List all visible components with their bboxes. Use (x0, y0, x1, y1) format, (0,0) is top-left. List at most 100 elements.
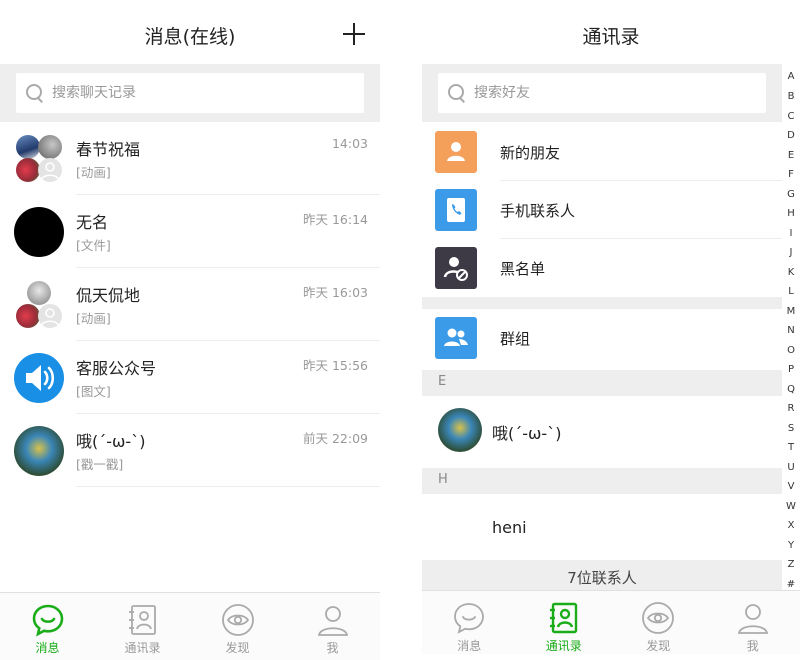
search-box[interactable] (16, 73, 364, 113)
index-letter[interactable]: P (782, 364, 800, 375)
tab-label: 通讯录 (545, 639, 582, 653)
conversation-time: 前天 22:09 (303, 431, 368, 446)
index-letter[interactable]: H (782, 208, 800, 219)
contacts-header: 通讯录 (422, 0, 800, 64)
new-friend-icon (435, 131, 477, 173)
tab-label: 我 (746, 639, 759, 653)
conversation-preview: [戳一戳] (76, 457, 124, 472)
index-letter[interactable]: Z (782, 559, 800, 570)
conversation-name: 春节祝福 (76, 140, 141, 159)
index-letter[interactable]: F (782, 169, 800, 180)
search-input[interactable] (474, 81, 758, 105)
index-letter[interactable]: Q (782, 384, 800, 395)
avatar (438, 408, 482, 452)
search-bar (422, 64, 782, 122)
conversation-row[interactable]: 侃天侃地 [动画] 昨天 16:03 (0, 268, 380, 341)
index-letter[interactable]: N (782, 325, 800, 336)
blacklist-item[interactable]: 黑名单 (422, 239, 782, 297)
index-letter[interactable]: S (782, 423, 800, 434)
avatar (14, 426, 64, 476)
tab-contacts[interactable]: 通讯录 (517, 591, 612, 654)
conversation-time: 昨天 16:14 (303, 212, 368, 227)
conversation-name: 哦(´-ω-`) (76, 432, 146, 451)
tab-me[interactable]: 我 (285, 593, 380, 660)
contact-name: heni (492, 518, 527, 537)
index-letter[interactable]: X (782, 520, 800, 531)
tab-discover[interactable]: 发现 (611, 591, 706, 654)
index-letter[interactable]: G (782, 189, 800, 200)
phone-book-icon (435, 189, 477, 231)
section-gap (422, 297, 782, 309)
page-title: 消息(在线) (144, 26, 236, 48)
new-friends-item[interactable]: 新的朋友 (422, 123, 782, 181)
index-letter[interactable]: Y (782, 540, 800, 551)
chat-bubble-icon (454, 603, 485, 634)
conversation-name: 客服公众号 (76, 359, 157, 378)
index-letter[interactable]: E (782, 150, 800, 161)
index-letter[interactable]: A (782, 71, 800, 82)
index-letter[interactable]: K (782, 267, 800, 278)
conversation-preview: [动画] (76, 311, 111, 326)
phone-contacts-item[interactable]: 手机联系人 (422, 181, 782, 239)
conversation-row[interactable]: 无名 [文件] 昨天 16:14 (0, 195, 380, 268)
conversation-row[interactable]: 哦(´-ω-`) [戳一戳] 前天 22:09 (0, 414, 380, 487)
tab-label: 消息 (35, 641, 60, 655)
tab-label: 消息 (457, 639, 482, 653)
tab-discover[interactable]: 发现 (190, 593, 285, 660)
search-icon (448, 84, 466, 102)
tab-messages[interactable]: 消息 (422, 591, 517, 654)
conversation-row[interactable]: 春节祝福 [动画] 14:03 (0, 122, 380, 195)
contacts-screen: 通讯录 新的朋友 手机联系人 黑名单 群组 E (422, 0, 800, 660)
conversation-name: 无名 (76, 213, 109, 232)
index-letter[interactable]: W (782, 501, 800, 512)
index-letter[interactable]: V (782, 481, 800, 492)
conversation-name: 侃天侃地 (76, 286, 141, 305)
contacts-book-icon (549, 602, 577, 634)
contact-count: 7位联系人 (422, 560, 782, 592)
conversation-preview: [文件] (76, 238, 111, 253)
bottom-tab-bar: 消息 通讯录 发现 我 (422, 590, 800, 654)
index-letter[interactable]: T (782, 442, 800, 453)
messages-screen: 消息(在线) 春节祝福 [动画] 14:03 无名 [文件] 昨天 16:14 (0, 0, 380, 660)
conversation-row[interactable]: 客服公众号 [图文] 昨天 15:56 (0, 341, 380, 414)
eye-icon (642, 602, 675, 634)
search-box[interactable] (438, 73, 766, 113)
index-letter[interactable]: L (782, 286, 800, 297)
index-letter[interactable]: M (782, 306, 800, 317)
index-letter[interactable]: # (782, 579, 800, 590)
tab-contacts[interactable]: 通讯录 (95, 593, 190, 660)
tab-messages[interactable]: 消息 (0, 593, 95, 660)
index-letter[interactable]: J (782, 247, 800, 258)
index-letter[interactable]: O (782, 345, 800, 356)
person-icon (317, 606, 348, 636)
index-letter[interactable]: B (782, 91, 800, 102)
contact-row[interactable]: 哦(´-ω-`) (422, 396, 782, 468)
contact-name: 哦(´-ω-`) (492, 424, 562, 443)
index-letter[interactable]: C (782, 111, 800, 122)
tab-me[interactable]: 我 (706, 591, 800, 654)
add-button[interactable] (342, 22, 366, 46)
index-letter[interactable]: U (782, 462, 800, 473)
tab-label: 发现 (225, 641, 250, 655)
conversation-preview: [图文] (76, 384, 111, 399)
index-letter[interactable]: D (782, 130, 800, 141)
index-letter[interactable]: I (782, 228, 800, 239)
entry-label: 黑名单 (500, 260, 546, 278)
tab-label: 通讯录 (124, 641, 161, 655)
conversation-time: 昨天 16:03 (303, 285, 368, 300)
search-icon (26, 84, 44, 102)
conversation-time: 昨天 15:56 (303, 358, 368, 373)
alphabet-index[interactable]: A B C D E F G H I J K L M N O P Q R S T … (782, 66, 800, 596)
tab-label: 我 (326, 641, 339, 655)
avatar (14, 207, 64, 257)
contact-row[interactable]: heni (422, 494, 782, 560)
group-avatar (14, 134, 64, 184)
groups-item[interactable]: 群组 (422, 309, 782, 367)
contacts-book-icon (128, 605, 156, 635)
search-input[interactable] (52, 81, 356, 105)
conversation-time: 14:03 (331, 136, 368, 151)
index-letter[interactable]: R (782, 403, 800, 414)
contact-count-label: 7位联系人 (567, 569, 637, 587)
section-header-e: E (422, 370, 782, 396)
section-header-h: H (422, 468, 782, 494)
